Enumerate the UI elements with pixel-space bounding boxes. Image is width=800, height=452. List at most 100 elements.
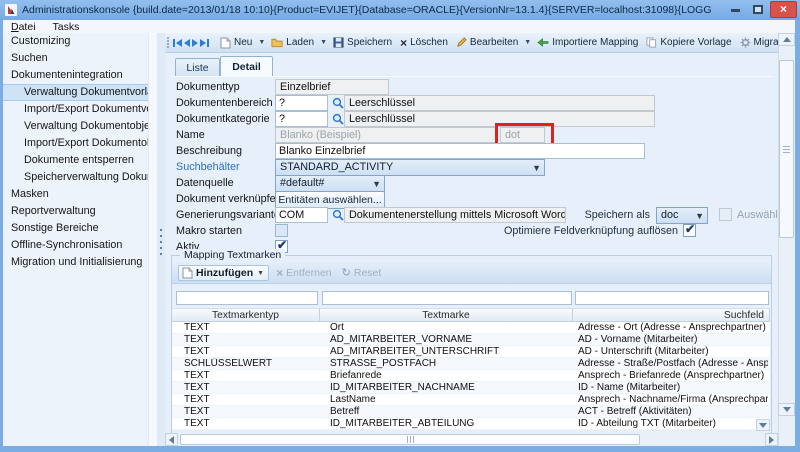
speichern-als-select[interactable]: doc ▼: [656, 207, 708, 224]
beschreibung-input[interactable]: [275, 143, 645, 159]
migration-tools-button[interactable]: Migrationstools: [737, 35, 778, 50]
name-field: Blanko (Beispiel): [275, 127, 498, 143]
table-row[interactable]: SCHLÜSSELWERTSTRASSE_POSTFACHAdresse - S…: [172, 358, 770, 370]
sidebar-splitter[interactable]: [157, 33, 165, 446]
vertical-scrollbar-thumb[interactable]: [779, 60, 794, 238]
save-button[interactable]: Speichern: [330, 35, 395, 50]
sidebar-item-speicherverwaltung-dokumente[interactable]: Speicherverwaltung Dokumente: [3, 169, 148, 186]
mapping-textmarken-group-title: Mapping Textmarken: [180, 249, 285, 262]
nav-next-button[interactable]: [192, 35, 198, 50]
sidebar-item-customizing[interactable]: Customizing: [3, 33, 148, 50]
minimize-icon[interactable]: [731, 9, 740, 12]
last-record-icon: [200, 39, 206, 47]
column-header-suchfeld[interactable]: Suchfeld: [573, 308, 770, 322]
nav-previous-button[interactable]: [184, 35, 190, 50]
import-mapping-button[interactable]: Importiere Mapping: [534, 35, 641, 50]
maximize-icon[interactable]: [753, 5, 763, 14]
dokumentenbereich-description: Leerschlüssel: [344, 95, 655, 111]
sidebar-item-verwaltung-dokumentvorlagen[interactable]: Verwaltung Dokumentvorlagen: [3, 84, 148, 101]
table-row[interactable]: TEXTID_MITARBEITER_ABTEILUNGID - Abteilu…: [172, 418, 770, 430]
table-row[interactable]: TEXTAD_MITARBEITER_VORNAMEAD - Vorname (…: [172, 334, 770, 346]
sidebar-item-dokumente-entsperren[interactable]: Dokumente entsperren: [3, 152, 148, 169]
sidebar-item-import-export-dokumentobjekte[interactable]: Import/Export Dokumentobjekte: [3, 135, 148, 152]
add-textmark-button[interactable]: Hinzufügen ▼: [178, 265, 269, 281]
arrow-down-icon: [783, 407, 791, 412]
load-button[interactable]: Laden: [268, 35, 317, 50]
reset-mapping-button[interactable]: ↻ Reset: [339, 266, 385, 280]
dokumentkategorie-lookup-icon[interactable]: [332, 113, 344, 125]
suchbehaelter-selected-value: STANDARD_ACTIVITY: [280, 160, 393, 175]
table-scroll-down-button[interactable]: [756, 419, 770, 431]
cell-textmarke: ID_MITARBEITER_NACHNAME: [330, 382, 573, 394]
generierungsvariante-lookup-icon[interactable]: [332, 209, 344, 221]
filter-suchfeld-input[interactable]: [575, 291, 769, 305]
column-header-textmarkentyp[interactable]: Textmarkentyp: [172, 308, 320, 322]
dokumentenbereich-label: Dokumentenbereich: [176, 95, 274, 111]
horizontal-scrollbar-thumb[interactable]: [180, 434, 640, 445]
delete-button[interactable]: × Löschen: [397, 35, 451, 50]
nav-last-button[interactable]: [200, 35, 209, 50]
dokumentenbereich-input[interactable]: [275, 95, 328, 111]
cell-suchfeld: Adresse - Straße/Postfach (Adresse - Ans…: [578, 358, 768, 370]
load-dropdown-caret-icon[interactable]: ▼: [319, 37, 328, 48]
column-header-textmarke[interactable]: Textmarke: [320, 308, 573, 322]
dokumentkategorie-input[interactable]: [275, 111, 328, 127]
table-row[interactable]: TEXTAD_MITARBEITER_UNTERSCHRIFTAD - Unte…: [172, 346, 770, 358]
chevron-down-icon: ▼: [372, 177, 381, 192]
sidebar-item-verwaltung-dokumentobjekte[interactable]: Verwaltung Dokumentobjekte: [3, 118, 148, 135]
new-dropdown-caret-icon[interactable]: ▼: [257, 37, 266, 48]
scroll-left-button[interactable]: [165, 433, 178, 446]
menu-datei[interactable]: Datei: [11, 21, 36, 33]
copy-template-button[interactable]: Kopiere Vorlage: [643, 35, 734, 50]
suchbehaelter-label[interactable]: Suchbehälter: [176, 159, 274, 175]
datenquelle-select[interactable]: #default# ▼: [275, 175, 385, 192]
next-record-icon: [192, 39, 198, 47]
previous-record-icon: [184, 39, 190, 47]
auswaehlbar-checkbox[interactable]: [719, 208, 732, 221]
scroll-down-button[interactable]: [778, 403, 795, 416]
navigation-sidebar: Customizing Suchen Dokumentenintegration…: [3, 33, 148, 446]
sidebar-item-migration-und-initialisierung[interactable]: Migration und Initialisierung: [3, 254, 148, 271]
sidebar-item-suchen[interactable]: Suchen: [3, 50, 148, 67]
close-icon[interactable]: ×: [770, 1, 797, 18]
scroll-right-button[interactable]: [765, 433, 778, 446]
sidebar-item-reportverwaltung[interactable]: Reportverwaltung: [3, 203, 148, 220]
makro-starten-checkbox[interactable]: [275, 224, 288, 237]
cell-textmarke: STRASSE_POSTFACH: [330, 358, 573, 370]
tab-detail[interactable]: Detail: [220, 56, 273, 76]
dokumentenbereich-lookup-icon[interactable]: [332, 97, 344, 109]
table-row[interactable]: TEXTLastNameAnsprech - Nachname/Firma (A…: [172, 394, 770, 406]
menu-tasks[interactable]: Tasks: [53, 21, 80, 33]
gear-icon: [740, 37, 751, 48]
edit-button[interactable]: Bearbeiten: [453, 35, 521, 50]
filter-textmarke-input[interactable]: [322, 291, 572, 305]
nav-first-button[interactable]: [173, 35, 182, 50]
generierungsvariante-input[interactable]: [275, 207, 328, 223]
cell-textmarkentyp: TEXT: [184, 334, 320, 346]
table-row[interactable]: TEXTBetreffACT - Betreff (Aktivitäten): [172, 406, 770, 418]
add-dropdown-caret-icon[interactable]: ▼: [256, 268, 265, 279]
sidebar-item-sonstige-bereiche[interactable]: Sonstige Bereiche: [3, 220, 148, 237]
edit-dropdown-caret-icon[interactable]: ▼: [523, 37, 532, 48]
sidebar-item-masken[interactable]: Masken: [3, 186, 148, 203]
optimiere-feldverknuepfung-checkbox[interactable]: [683, 224, 696, 237]
scroll-up-button[interactable]: [778, 33, 795, 46]
sidebar-item-dokumentenintegration[interactable]: Dokumentenintegration: [3, 67, 148, 84]
sidebar-item-import-export-dokumentvorlagen[interactable]: Import/Export Dokumentvorlagen: [3, 101, 148, 118]
cell-suchfeld: Ansprech - Briefanrede (Ansprechpartner): [578, 370, 768, 382]
sidebar-item-offline-synchronisation[interactable]: Offline-Synchronisation: [3, 237, 148, 254]
table-row[interactable]: TEXTID_MITARBEITER_NACHNAMEID - Name (Mi…: [172, 382, 770, 394]
new-button[interactable]: Neu: [217, 35, 255, 51]
tab-liste[interactable]: Liste: [175, 58, 220, 76]
cell-textmarkentyp: TEXT: [184, 418, 320, 430]
suchbehaelter-select[interactable]: STANDARD_ACTIVITY ▼: [275, 159, 545, 176]
table-row[interactable]: TEXTOrtAdresse - Ort (Adresse - Ansprech…: [172, 322, 770, 334]
remove-textmark-button[interactable]: × Entfernen: [273, 266, 335, 280]
cell-textmarkentyp: TEXT: [184, 346, 320, 358]
sidebar-scrollbar-track[interactable]: [148, 33, 157, 446]
dokumenttyp-label: Dokumenttyp: [176, 79, 274, 95]
add-page-icon: [182, 267, 193, 279]
remove-x-icon: ×: [276, 268, 283, 278]
filter-textmarkentyp-input[interactable]: [176, 291, 318, 305]
table-row[interactable]: TEXTBriefanredeAnsprech - Briefanrede (A…: [172, 370, 770, 382]
